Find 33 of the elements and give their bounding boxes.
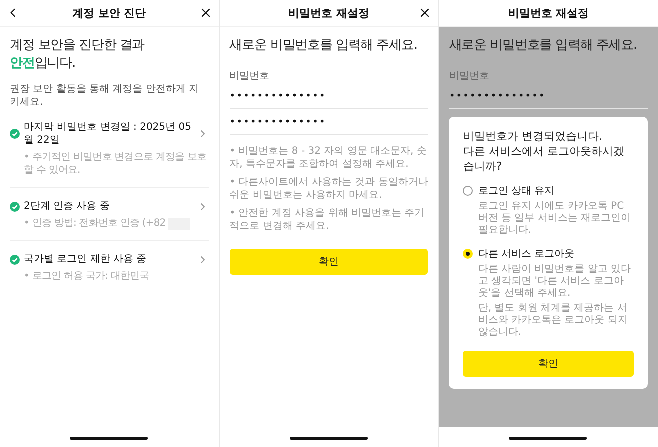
password-field[interactable]: •••••••••••••• [230, 109, 428, 135]
screen-title: 계정 보안 진단 [72, 6, 146, 20]
option-label: 다른 서비스 로그아웃 [478, 248, 575, 261]
result-heading: 계정 보안을 진단한 결과 안전입니다. [10, 37, 146, 73]
security-item-title: 2단계 인증 사용 중 [24, 200, 111, 213]
option-label: 로그인 상태 유지 [478, 185, 555, 198]
security-item-title: 국가별 로그인 제한 사용 중 [24, 253, 148, 266]
radio-button[interactable] [463, 186, 474, 196]
check-icon [10, 129, 20, 139]
password-field[interactable]: •••••••••••••• [230, 83, 428, 109]
security-item-note: • 주기적인 비밀번호 변경으로 계정을 보호할 수 있어요. [24, 151, 208, 177]
option-description: 단, 별도 회원 체계를 제공하는 서비스와 카카오톡은 로그아웃 되지 않습니다. [478, 303, 629, 339]
security-item-note: • 인증 방법: 전화번호 인증 (+82 [24, 217, 166, 230]
password-rule: • 비밀번호는 8 - 32 자의 영문 대소문자, 숫자, 특수문자를 조합하여 설정해 주세요. [230, 145, 428, 171]
security-item-note: • 로그인 허용 국가: 대한민국 [24, 270, 150, 283]
password-heading: 새로운 비밀번호를 입력해 주세요. [449, 37, 638, 55]
option-description: 로그인 유지 시에도 카카오톡 PC버전 등 일부 서비스는 재로그인이 필요합니다. [478, 201, 632, 237]
check-icon [10, 202, 20, 212]
confirm-button[interactable]: 확인 [463, 351, 634, 377]
screen-title: 비밀번호 재설정 [508, 6, 590, 20]
field-label: 비밀번호 [449, 70, 490, 83]
confirm-button[interactable]: 확인 [230, 249, 428, 275]
password-field[interactable]: •••••••••••••• [449, 83, 648, 109]
subtitle: 권장 보안 활동을 통해 계정을 안전하게 지키세요. [10, 83, 200, 109]
check-icon [10, 254, 20, 264]
password-heading: 새로운 비밀번호를 입력해 주세요. [230, 37, 418, 55]
option-description: 다른 사람이 비밀번호를 알고 있다고 생각되면 '다른 서비스 로그아웃'을 선택해 주세요. [478, 264, 632, 300]
dialog-message: 비밀번호가 변경되었습니다. 다른 서비스에서 로그아웃하시겠습니까? [463, 129, 626, 174]
password-rule: • 안전한 계정 사용을 위해 비밀번호는 주기적으로 변경해 주세요. [230, 207, 426, 233]
password-rule: • 다른사이트에서 사용하는 것과 동일하거나 쉬운 비밀번호는 사용하지 마세요. [230, 176, 428, 202]
security-item-title: 마지막 비밀번호 변경일 : 2025년 05월 22일 [24, 121, 192, 147]
screen-title: 비밀번호 재설정 [288, 6, 370, 20]
field-label: 비밀번호 [230, 70, 271, 83]
